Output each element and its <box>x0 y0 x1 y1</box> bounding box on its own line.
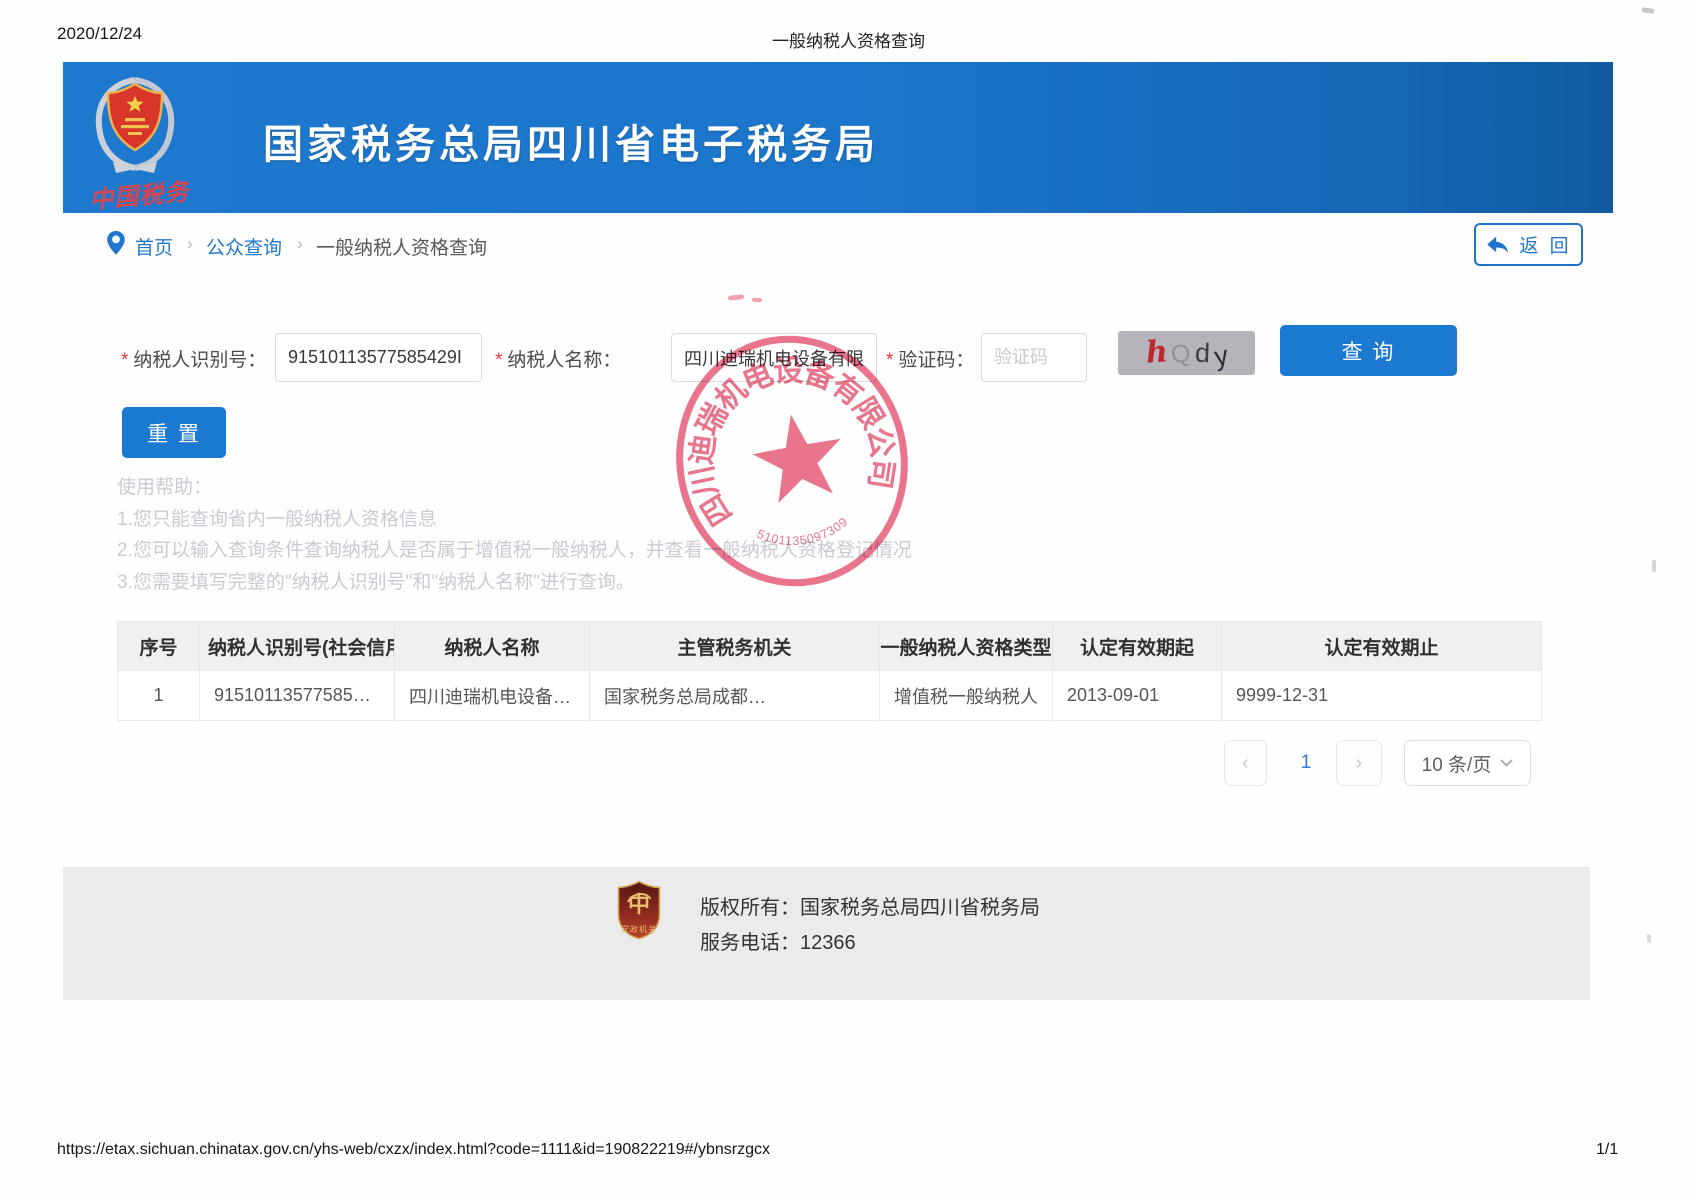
cell-seq: 1 <box>117 671 200 721</box>
print-url: https://etax.sichuan.chinatax.gov.cn/yhs… <box>57 1141 770 1159</box>
scan-artifact <box>1647 934 1651 943</box>
reset-button[interactable]: 重 置 <box>122 407 226 458</box>
captcha-image[interactable]: h Q d y <box>1118 331 1255 375</box>
page-size-value: 10 条/页 <box>1422 750 1492 777</box>
required-mark: * <box>121 350 128 371</box>
taxpayer-id-input[interactable] <box>275 333 482 382</box>
required-mark: * <box>495 350 502 371</box>
pagination-next-button[interactable]: › <box>1336 740 1382 786</box>
cell-valid-from: 2013-09-01 <box>1053 671 1222 721</box>
copyright-text: 版权所有：国家税务总局四川省税务局 <box>700 891 1040 920</box>
print-page-number: 1/1 <box>1596 1141 1618 1159</box>
location-pin-icon <box>106 230 126 256</box>
seal-ink-smudge <box>728 294 744 301</box>
taxpayer-name-label: *纳税人名称： <box>495 345 621 372</box>
page-size-select[interactable]: 10 条/页 <box>1404 740 1531 786</box>
col-header-seq: 序号 <box>117 621 200 671</box>
breadcrumb-separator: › <box>187 234 193 254</box>
captcha-char: d <box>1194 339 1210 367</box>
cell-taxpayer-name: 四川迪瑞机电设备… <box>395 671 590 721</box>
pagination-prev-button[interactable]: ‹ <box>1224 740 1267 786</box>
breadcrumb-current: 一般纳税人资格查询 <box>316 233 487 260</box>
breadcrumb-home[interactable]: 首页 <box>135 233 173 260</box>
seal-ink-smudge <box>752 298 762 303</box>
scan-artifact <box>1652 560 1656 572</box>
required-mark: * <box>886 350 893 371</box>
breadcrumb-public-query[interactable]: 公众查询 <box>206 233 282 260</box>
captcha-char: Q <box>1170 340 1193 367</box>
usage-help: 使用帮助： 1.您只能查询省内一般纳税人资格信息 2.您可以输入查询条件查询纳税… <box>117 472 912 598</box>
chevron-down-icon <box>1500 759 1513 767</box>
help-line: 2.您可以输入查询条件查询纳税人是否属于增值税一般纳税人，并查看一般纳税人资格登… <box>117 535 912 567</box>
pagination-page-1[interactable]: 1 <box>1286 740 1326 786</box>
scan-artifact <box>1642 7 1655 14</box>
captcha-input[interactable] <box>981 333 1087 382</box>
emblem-caption: 中国税务 <box>70 170 209 217</box>
site-banner: 中国税务 国家税务总局四川省电子税务局 <box>63 62 1613 213</box>
help-title: 使用帮助： <box>117 472 912 504</box>
tax-emblem-icon <box>89 74 181 174</box>
taxpayer-name-input[interactable] <box>671 333 877 382</box>
print-page-title: 一般纳税人资格查询 <box>0 27 1697 52</box>
captcha-char: y <box>1212 341 1230 370</box>
back-arrow-icon <box>1485 234 1511 256</box>
cell-taxpayer-id: 91510113577585… <box>200 671 395 721</box>
back-button[interactable]: 返 回 <box>1474 223 1583 266</box>
scanned-tax-query-page: 2020/12/24 一般纳税人资格查询 中国税务 国家税务总局四川省电子税务局… <box>0 0 1697 1200</box>
col-header-valid-from: 认定有效期起 <box>1053 621 1222 671</box>
table-row: 1 91510113577585… 四川迪瑞机电设备… 国家税务总局成都… 增值… <box>117 671 1542 721</box>
cell-tax-authority: 国家税务总局成都… <box>590 671 880 721</box>
cell-qualification-type: 增值税一般纳税人 <box>880 671 1053 721</box>
badge-label: 党政机关 <box>621 924 658 934</box>
captcha-char: h <box>1145 337 1169 368</box>
col-header-tax-authority: 主管税务机关 <box>590 621 880 671</box>
service-phone: 服务电话：12366 <box>700 926 856 955</box>
results-table: 序号 纳税人识别号(社会信用 纳税人名称 主管税务机关 一般纳税人资格类型 认定… <box>117 621 1542 721</box>
col-header-taxpayer-id: 纳税人识别号(社会信用 <box>200 621 395 671</box>
table-header-row: 序号 纳税人识别号(社会信用 纳税人名称 主管税务机关 一般纳税人资格类型 认定… <box>117 621 1542 671</box>
page-footer: 中 党政机关 版权所有：国家税务总局四川省税务局 服务电话：12366 <box>63 867 1590 1000</box>
help-line: 3.您需要填写完整的"纳税人识别号"和"纳税人名称"进行查询。 <box>117 567 912 599</box>
help-line: 1.您只能查询省内一般纳税人资格信息 <box>117 504 912 536</box>
captcha-label: *验证码： <box>886 345 974 372</box>
cell-valid-to: 9999-12-31 <box>1222 671 1542 721</box>
site-title: 国家税务总局四川省电子税务局 <box>263 112 879 170</box>
back-button-label: 返 回 <box>1519 231 1571 258</box>
taxpayer-id-label: *纳税人识别号： <box>121 345 266 372</box>
query-button[interactable]: 查 询 <box>1280 325 1457 376</box>
col-header-taxpayer-name: 纳税人名称 <box>395 621 590 671</box>
breadcrumb-separator: › <box>297 234 303 254</box>
col-header-valid-to: 认定有效期止 <box>1222 621 1542 671</box>
col-header-qualification-type: 一般纳税人资格类型 <box>880 621 1053 671</box>
government-badge-icon: 中 党政机关 <box>616 880 662 940</box>
